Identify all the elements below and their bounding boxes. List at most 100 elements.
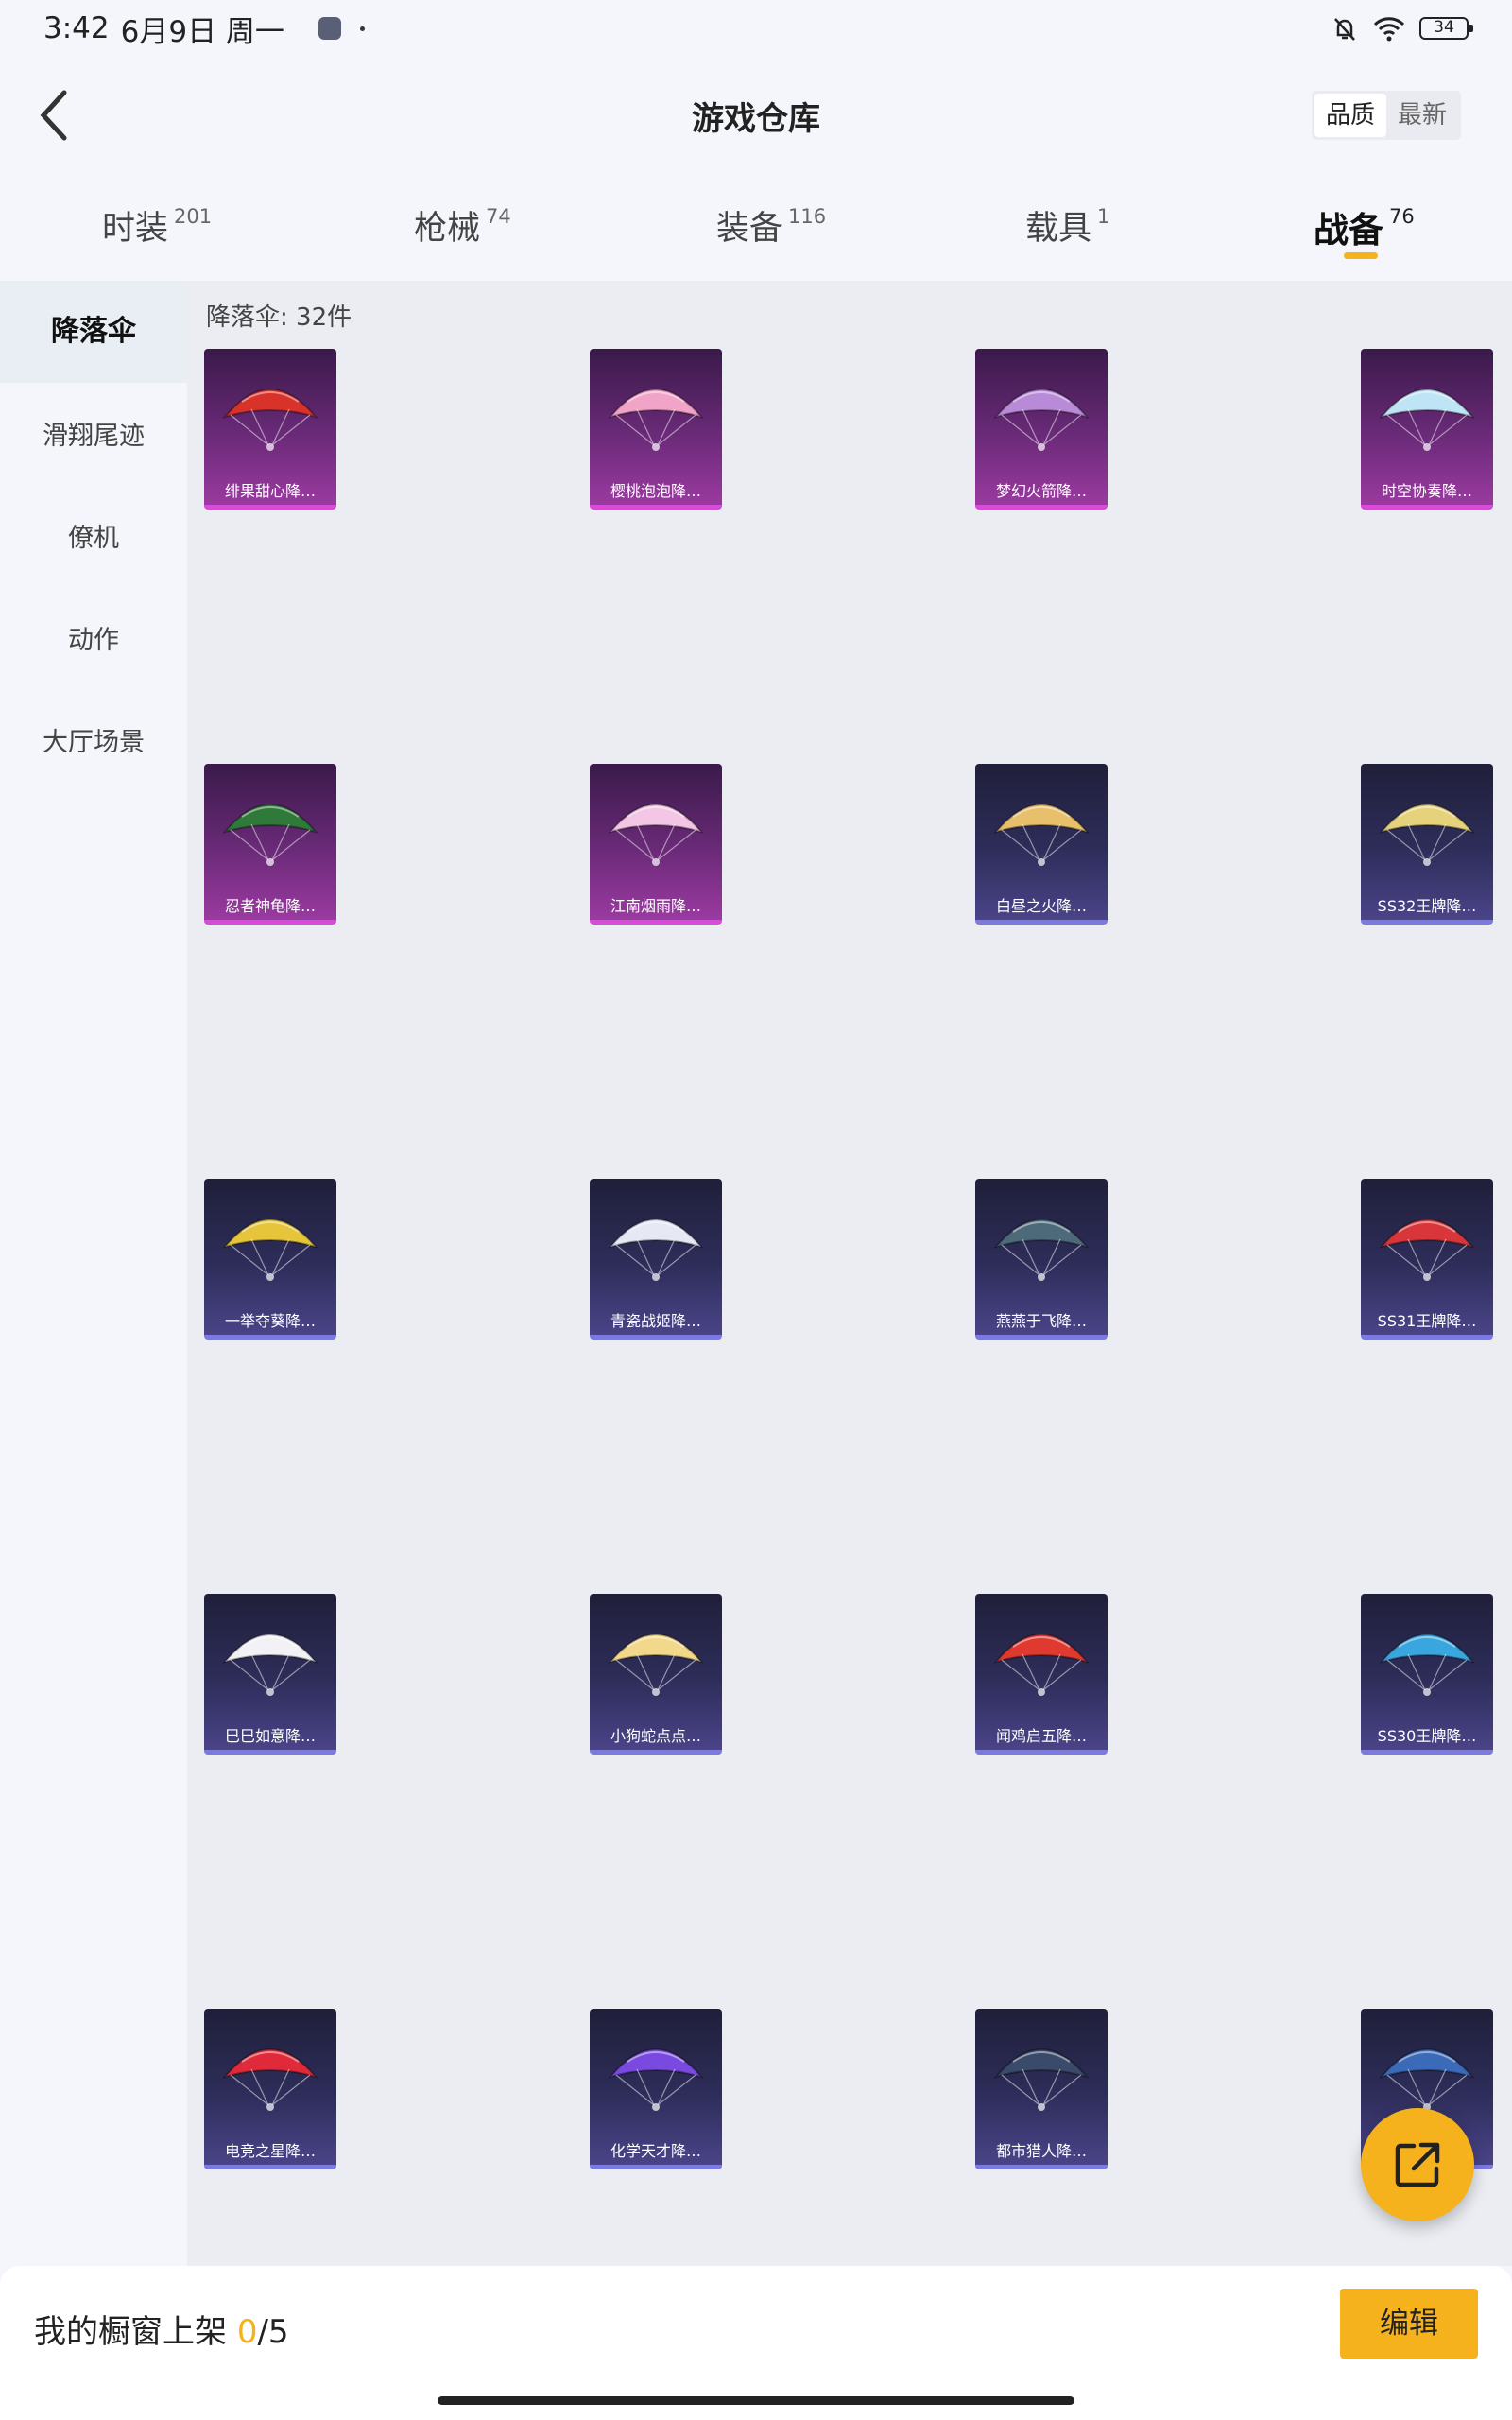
sidebar-item-parachute[interactable]: 降落伞 [0, 281, 187, 383]
status-time: 3:42 [43, 11, 110, 45]
parachute-item[interactable]: 忍者神龟降… [204, 764, 336, 925]
parachute-item[interactable]: 闻鸡启五降… [975, 1594, 1108, 1754]
category-tabs: 时装 201 枪械 74 装备 116 载具 1 战备 76 [0, 175, 1512, 281]
sort-quality-option[interactable]: 品质 [1314, 94, 1386, 137]
item-name: 都市猎人降… [995, 2142, 1087, 2160]
parachute-icon [608, 2048, 704, 2111]
sort-toggle: 品质 最新 [1311, 91, 1461, 140]
parachute-icon [1379, 2048, 1475, 2111]
share-button[interactable] [1361, 2108, 1474, 2221]
item-name: SS30王牌降… [1377, 1727, 1477, 1745]
parachute-item[interactable]: SS30王牌降… [1361, 1594, 1493, 1754]
item-name: 白昼之火降… [995, 897, 1087, 915]
battery-icon: 34 [1419, 17, 1473, 40]
tab-count: 201 [174, 205, 213, 228]
parachute-item[interactable]: 巳巳如意降… [204, 1594, 336, 1754]
tab-fashion[interactable]: 时装 201 [102, 201, 212, 250]
tab-label: 枪械 [414, 210, 481, 248]
parachute-icon [993, 1219, 1090, 1281]
parachute-item[interactable]: 化学天才降… [590, 2009, 722, 2169]
parachute-item[interactable]: 小狗蛇点点… [590, 1594, 722, 1754]
item-name: 燕燕于飞降… [995, 1312, 1087, 1330]
sidebar-item-glide-trail[interactable]: 滑翔尾迹 [0, 413, 187, 460]
parachute-icon [608, 389, 704, 451]
parachute-icon [1379, 1634, 1475, 1696]
item-name: 巳巳如意降… [224, 1727, 316, 1745]
sidebar-item-wingman[interactable]: 僚机 [0, 515, 187, 562]
tab-count: 1 [1097, 205, 1110, 228]
item-count-label: 降落伞: 32件 [206, 303, 352, 332]
parachute-item[interactable]: 白昼之火降… [975, 764, 1108, 925]
page-title: 游戏仓库 [692, 100, 820, 138]
parachute-item[interactable]: 樱桃泡泡降… [590, 349, 722, 510]
active-tab-indicator [1344, 252, 1378, 259]
item-name: 青瓷战姬降… [610, 1312, 701, 1330]
status-date: 6月9日 周一 [120, 14, 284, 49]
parachute-item[interactable]: SS31王牌降… [1361, 1179, 1493, 1340]
parachute-icon [993, 1634, 1090, 1696]
more-notifications-icon [359, 26, 365, 31]
item-grid-panel: 降落伞: 32件 绯果甜心降… 樱桃泡泡降… 梦幻火箭降… 时空协奏降… 忍者神龟降… 江… [187, 281, 1512, 2266]
edit-button[interactable]: 编辑 [1340, 2289, 1478, 2359]
sort-newest-option[interactable]: 最新 [1386, 94, 1458, 137]
parachute-icon [1379, 389, 1475, 451]
status-bar: 3:42 6月9日 周一 34 [0, 0, 1512, 57]
parachute-icon [222, 1634, 318, 1696]
parachute-item[interactable]: SS32王牌降… [1361, 764, 1493, 925]
sidebar-item-emote[interactable]: 动作 [0, 617, 187, 665]
sidebar-item-lobby-scene[interactable]: 大厅场景 [0, 719, 187, 767]
status-right: 34 [1331, 14, 1473, 43]
item-name: 小狗蛇点点… [610, 1727, 701, 1745]
parachute-icon [993, 389, 1090, 451]
tab-label: 时装 [102, 210, 169, 248]
parachute-item[interactable]: 梦幻火箭降… [975, 349, 1108, 510]
parachute-item[interactable]: 一举夺葵降… [204, 1179, 336, 1340]
item-name: 化学天才降… [610, 2142, 701, 2160]
app-notification-icon [318, 17, 341, 40]
parachute-item[interactable]: 江南烟雨降… [590, 764, 722, 925]
tab-label: 装备 [716, 210, 783, 248]
tab-label: 战备 [1314, 210, 1383, 251]
parachute-item[interactable]: 燕燕于飞降… [975, 1179, 1108, 1340]
showcase-separator: / [257, 2313, 268, 2351]
item-name: SS31王牌降… [1377, 1312, 1477, 1330]
mute-bell-icon [1334, 18, 1355, 41]
tab-vehicles[interactable]: 载具 1 [1025, 201, 1109, 250]
parachute-item[interactable]: 都市猎人降… [975, 2009, 1108, 2169]
tab-count: 74 [486, 205, 511, 228]
parachute-icon [608, 804, 704, 866]
home-indicator[interactable] [438, 2396, 1074, 2405]
showcase-status: 我的橱窗上架 0/5 [34, 2306, 289, 2352]
parachute-item[interactable]: 绯果甜心降… [204, 349, 336, 510]
parachute-icon [993, 2048, 1090, 2111]
wifi-icon [1373, 17, 1405, 42]
header: 游戏仓库 品质 最新 [0, 57, 1512, 175]
item-name: 一举夺葵降… [224, 1312, 316, 1330]
parachute-icon [1379, 804, 1475, 866]
parachute-item[interactable]: 时空协奏降… [1361, 349, 1493, 510]
item-name: 忍者神龟降… [224, 897, 316, 915]
item-name: 时空协奏降… [1381, 482, 1472, 500]
item-name: 江南烟雨降… [610, 897, 701, 915]
tab-equipment[interactable]: 装备 116 [716, 201, 826, 250]
parachute-icon [608, 1219, 704, 1281]
parachute-icon [608, 1634, 704, 1696]
item-name: 电竞之星降… [224, 2142, 316, 2160]
item-name: 樱桃泡泡降… [610, 482, 701, 500]
item-name: SS32王牌降… [1377, 897, 1477, 915]
tab-count: 116 [788, 205, 827, 228]
tab-guns[interactable]: 枪械 74 [414, 201, 511, 250]
showcase-current-count: 0 [236, 2313, 258, 2351]
share-external-icon [1395, 2142, 1440, 2187]
item-name: 绯果甜心降… [224, 482, 316, 500]
status-left: 3:42 6月9日 周一 [43, 8, 365, 50]
parachute-icon [222, 2048, 318, 2111]
parachute-item[interactable]: 电竞之星降… [204, 2009, 336, 2169]
parachute-icon [222, 389, 318, 451]
parachute-icon [1379, 1219, 1475, 1281]
tab-battle-gear[interactable]: 战备 76 [1314, 201, 1415, 252]
parachute-icon [993, 804, 1090, 866]
parachute-icon [222, 1219, 318, 1281]
tab-label: 载具 [1025, 210, 1092, 248]
parachute-item[interactable]: 青瓷战姬降… [590, 1179, 722, 1340]
